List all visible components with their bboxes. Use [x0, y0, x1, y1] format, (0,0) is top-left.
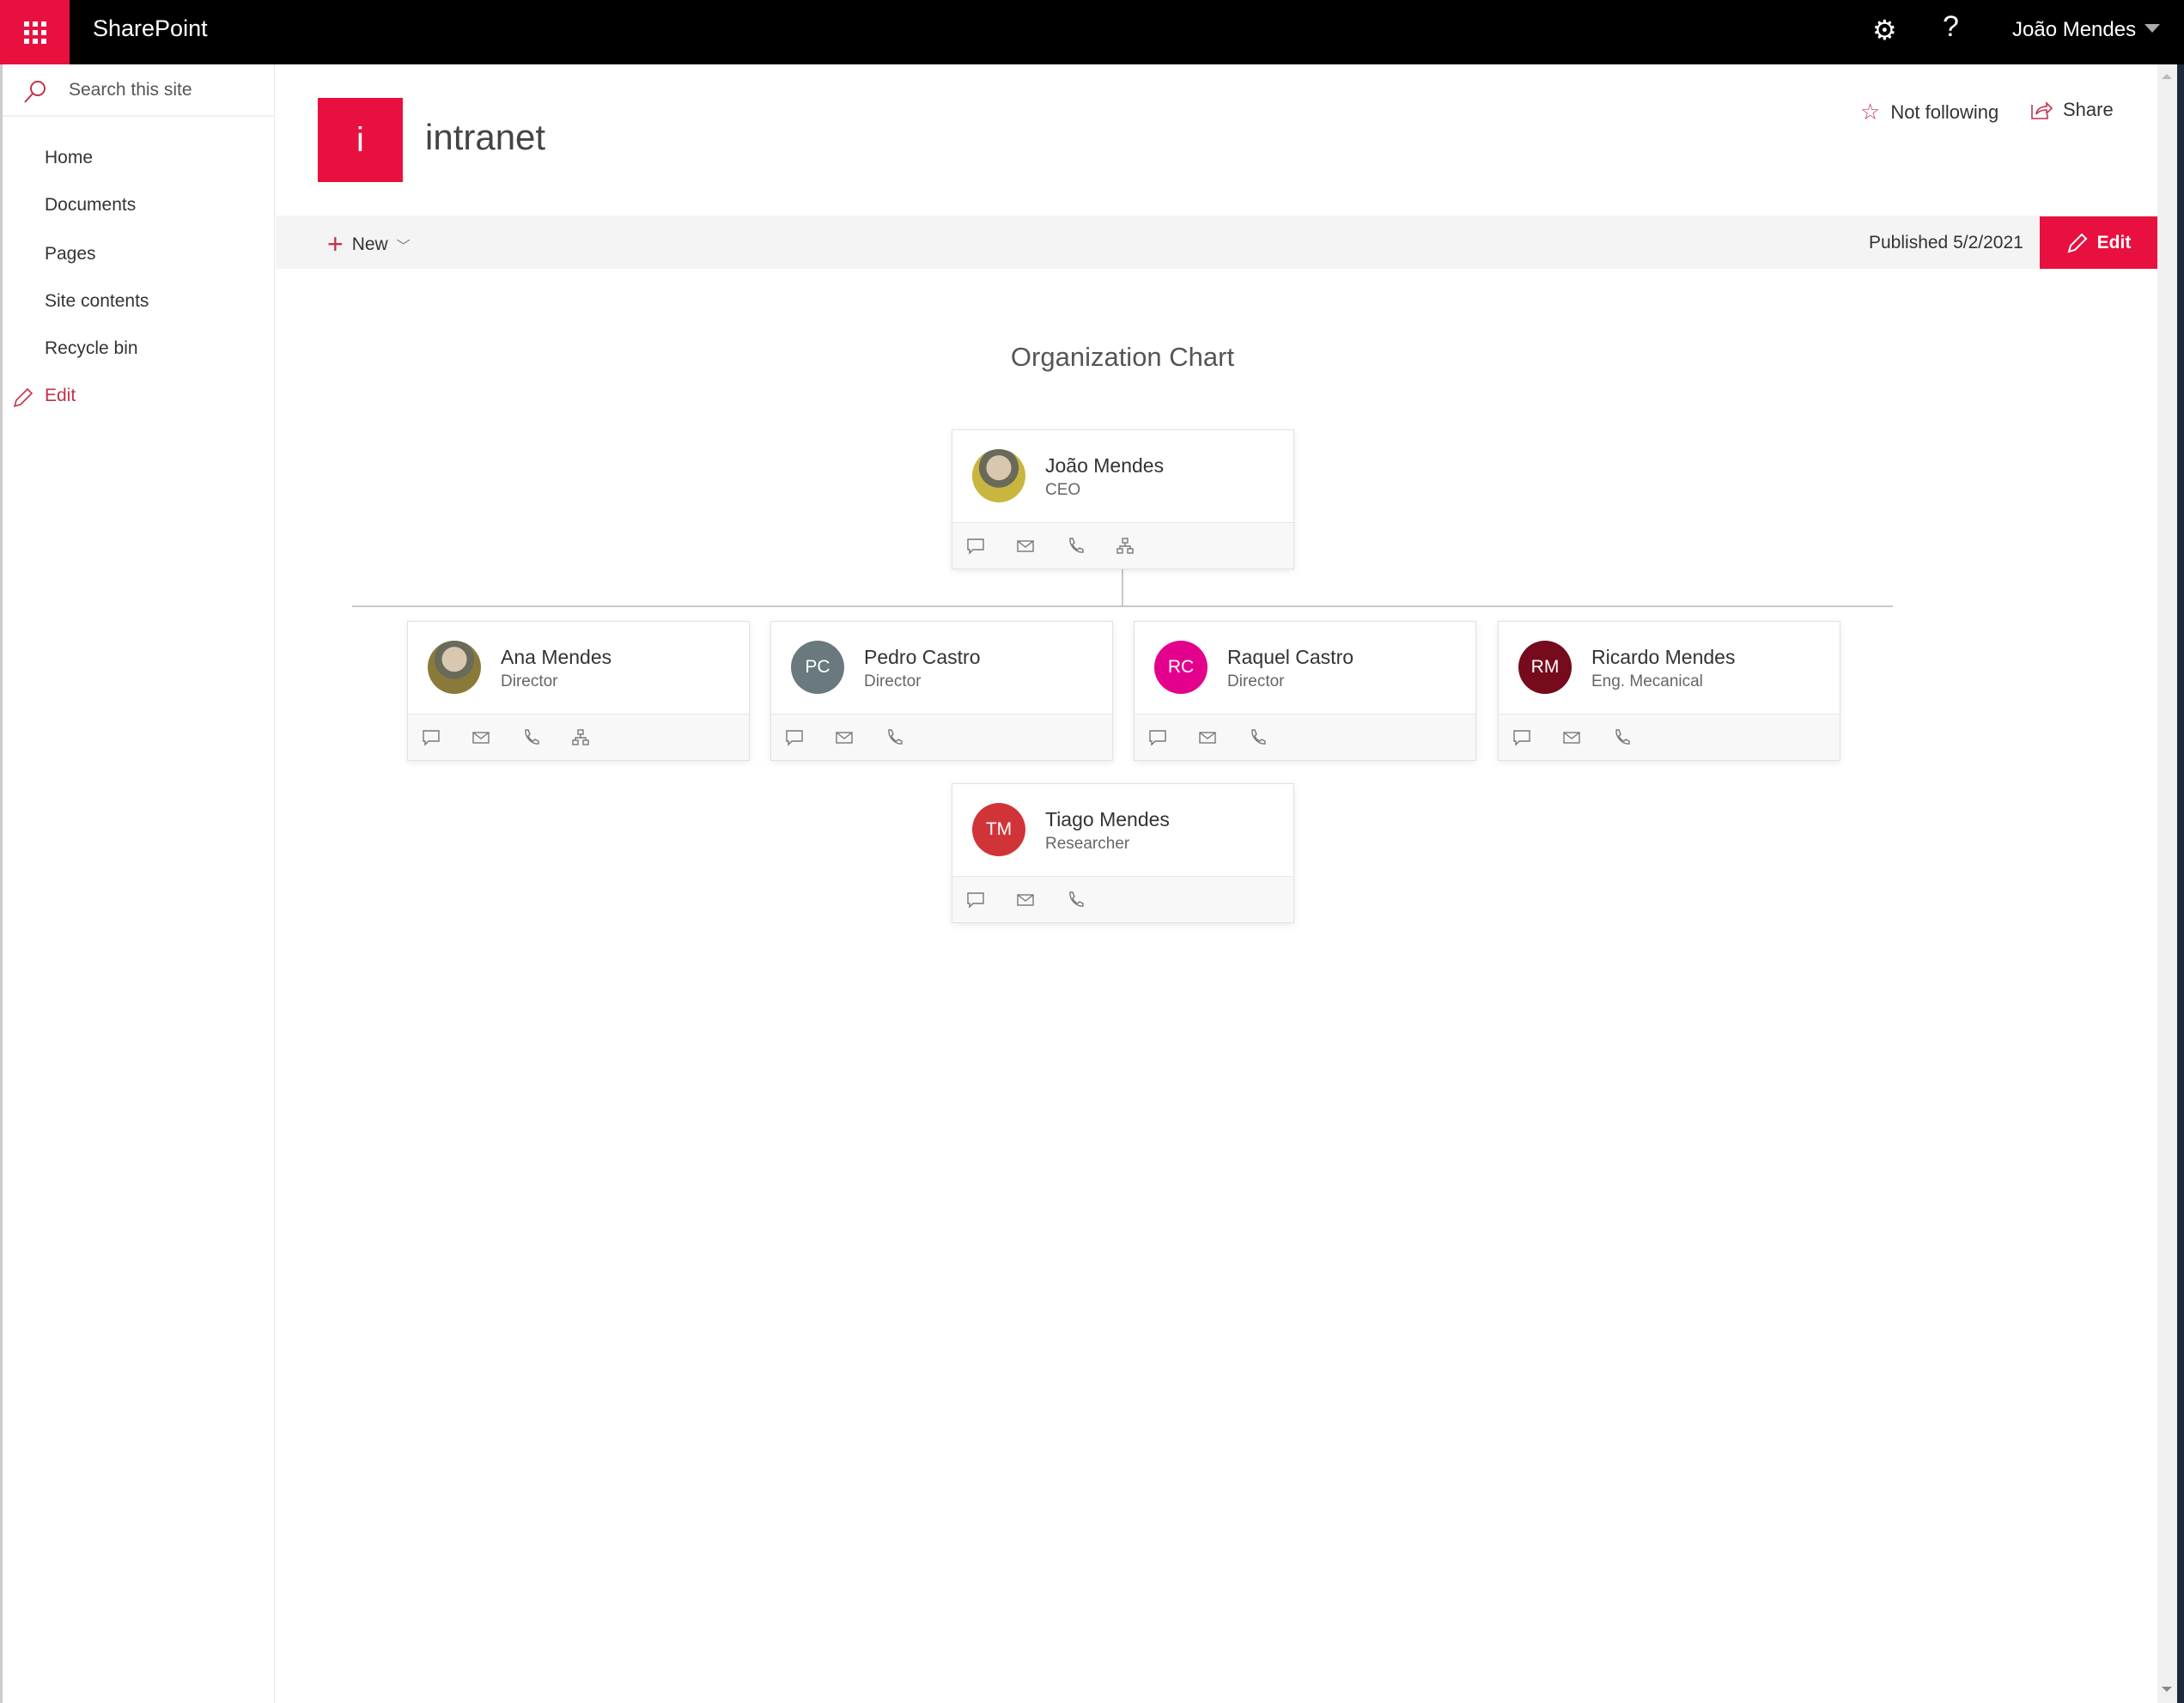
- org-chart-icon[interactable]: [571, 728, 590, 747]
- person-name[interactable]: Pedro Castro: [864, 646, 981, 669]
- connector-line: [352, 605, 1893, 607]
- follow-label: Not following: [1890, 100, 1999, 123]
- user-menu[interactable]: João Mendes: [2012, 18, 2136, 42]
- phone-icon[interactable]: [1612, 728, 1631, 747]
- person-name[interactable]: Raquel Castro: [1227, 646, 1354, 669]
- chat-icon[interactable]: [966, 537, 985, 556]
- card-actions: [952, 522, 1293, 569]
- avatar[interactable]: PC: [791, 641, 844, 694]
- share-label: Share: [2063, 99, 2114, 120]
- card-actions: [408, 714, 749, 760]
- mail-icon[interactable]: [835, 728, 854, 747]
- mail-icon[interactable]: [1562, 728, 1581, 747]
- person-title: Eng. Mecanical: [1591, 672, 1703, 690]
- help-icon[interactable]: ?: [1943, 10, 1959, 44]
- person-name[interactable]: Ricardo Mendes: [1591, 646, 1735, 669]
- app-name[interactable]: SharePoint: [93, 15, 208, 42]
- card-actions: [1135, 714, 1475, 760]
- avatar[interactable]: TM: [972, 803, 1025, 856]
- chat-icon[interactable]: [1512, 728, 1531, 747]
- search-icon: [24, 81, 46, 103]
- sidebar-edit-link[interactable]: Edit: [45, 386, 76, 406]
- phone-icon[interactable]: [1066, 891, 1085, 909]
- site-title[interactable]: intranet: [425, 117, 545, 158]
- card-actions: [1499, 714, 1840, 760]
- person-title: Director: [1227, 672, 1285, 690]
- person-name[interactable]: Tiago Mendes: [1045, 808, 1170, 831]
- avatar[interactable]: [428, 641, 481, 694]
- person-title: Director: [864, 672, 922, 690]
- person-card[interactable]: TM Tiago Mendes Researcher: [952, 783, 1294, 923]
- org-chart-icon[interactable]: [1116, 537, 1135, 556]
- edit-label: Edit: [2096, 232, 2132, 252]
- chat-icon[interactable]: [422, 728, 441, 747]
- caret-down-icon[interactable]: [2144, 24, 2160, 33]
- mail-icon[interactable]: [471, 728, 490, 747]
- person-name[interactable]: João Mendes: [1045, 454, 1164, 477]
- chat-icon[interactable]: [966, 891, 985, 909]
- search-input[interactable]: Search this site: [69, 80, 192, 100]
- sidebar-item-documents[interactable]: Documents: [45, 195, 136, 216]
- phone-icon[interactable]: [1066, 537, 1085, 556]
- sidebar-item-pages[interactable]: Pages: [45, 244, 96, 265]
- published-status: Published 5/2/2021: [1869, 233, 2023, 252]
- pencil-icon: [13, 387, 33, 408]
- person-card[interactable]: RC Raquel Castro Director: [1134, 621, 1476, 761]
- pencil-icon: [2067, 233, 2088, 252]
- avatar[interactable]: RM: [1518, 641, 1572, 694]
- scroll-up-arrow-icon[interactable]: [2162, 74, 2172, 79]
- person-title: Director: [501, 672, 558, 690]
- phone-icon[interactable]: [521, 728, 540, 747]
- mail-icon[interactable]: [1198, 728, 1217, 747]
- new-label: New: [351, 234, 388, 254]
- person-card[interactable]: Ana Mendes Director: [407, 621, 750, 761]
- chat-icon[interactable]: [1148, 728, 1167, 747]
- waffle-icon: [23, 21, 46, 44]
- person-card[interactable]: João Mendes CEO: [952, 429, 1294, 569]
- follow-button[interactable]: ☆ Not following: [1860, 99, 1998, 125]
- app-launcher-button[interactable]: [0, 0, 70, 64]
- person-name[interactable]: Ana Mendes: [501, 646, 611, 669]
- person-title: CEO: [1045, 481, 1081, 499]
- card-actions: [771, 714, 1112, 760]
- scroll-down-arrow-icon[interactable]: [2162, 1687, 2172, 1692]
- top-bar: [0, 0, 2184, 64]
- sidebar-item-home[interactable]: Home: [45, 148, 93, 168]
- card-actions: [952, 876, 1293, 922]
- mail-icon[interactable]: [1016, 537, 1035, 556]
- sidebar-item-recycle-bin[interactable]: Recycle bin: [45, 338, 138, 359]
- share-icon: [2031, 101, 2053, 119]
- site-logo[interactable]: i: [318, 98, 403, 182]
- person-card[interactable]: RM Ricardo Mendes Eng. Mecanical: [1498, 621, 1840, 761]
- plus-icon: +: [327, 228, 344, 259]
- vertical-scrollbar[interactable]: [2157, 64, 2177, 1703]
- connector-line: [1122, 569, 1123, 606]
- share-button[interactable]: Share: [2030, 99, 2114, 121]
- avatar[interactable]: RC: [1154, 641, 1208, 694]
- gear-icon[interactable]: ⚙: [1872, 14, 1897, 46]
- phone-icon[interactable]: [1248, 728, 1267, 747]
- edit-button[interactable]: Edit: [2040, 216, 2157, 269]
- person-title: Researcher: [1045, 835, 1130, 853]
- person-card[interactable]: PC Pedro Castro Director: [770, 621, 1113, 761]
- chat-icon[interactable]: [785, 728, 804, 747]
- phone-icon[interactable]: [885, 728, 903, 747]
- org-chart-title: Organization Chart: [1010, 342, 1235, 372]
- new-button[interactable]: + New ﹀: [327, 228, 411, 260]
- mail-icon[interactable]: [1016, 891, 1035, 909]
- star-icon: ☆: [1860, 99, 1881, 125]
- chevron-down-icon: ﹀: [396, 239, 411, 254]
- sidebar-item-site-contents[interactable]: Site contents: [45, 291, 149, 312]
- avatar[interactable]: [972, 449, 1025, 502]
- window-edge: [2177, 64, 2184, 1703]
